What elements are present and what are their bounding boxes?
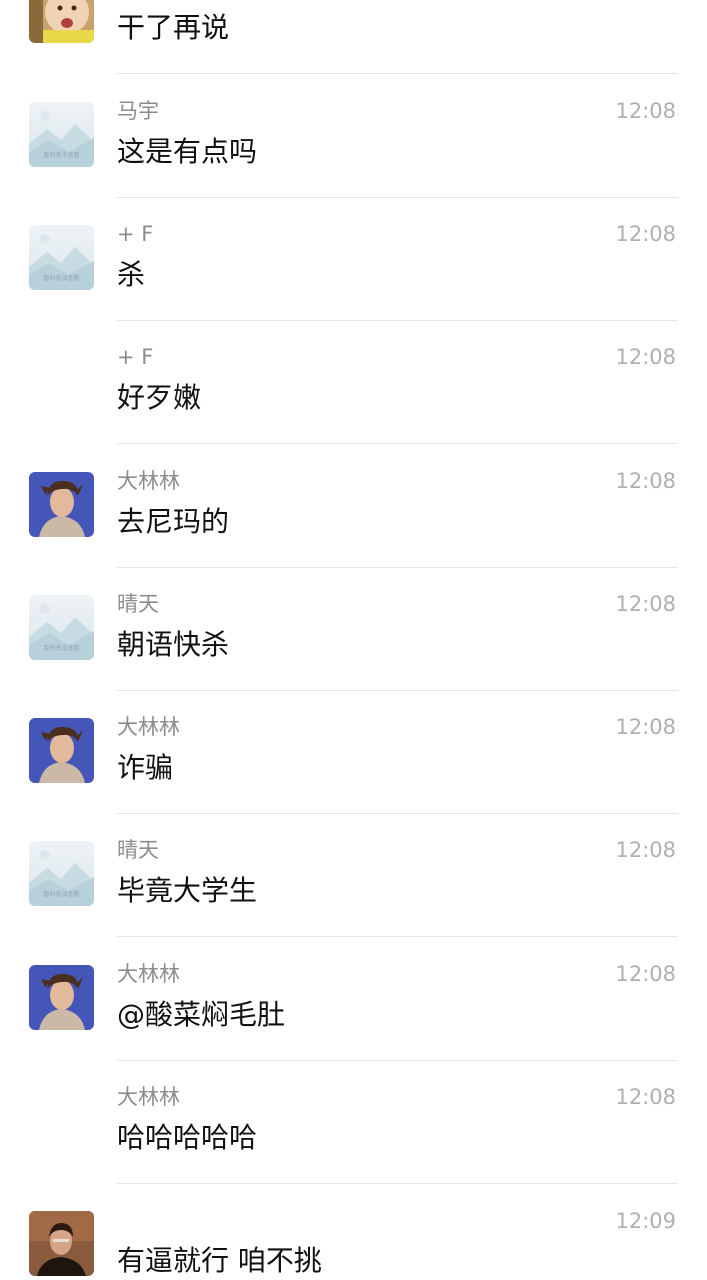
sender-name: 晴天 (117, 592, 159, 616)
svg-text:暂时无法查看: 暂时无法查看 (43, 644, 79, 652)
sender-name: 大林林 (117, 1085, 180, 1109)
message-row: 暂时无法查看 晴天 12:08 毕竟大学生 (0, 813, 707, 937)
message-row: 暂时无法查看 + F 12:08 杀 (0, 197, 707, 321)
svg-text:暂时无法查看: 暂时无法查看 (43, 890, 79, 898)
message-time: 12:09 (615, 1209, 676, 1233)
message-text[interactable]: 好歹嫩 (117, 381, 201, 415)
message-text[interactable]: 诈骗 (117, 751, 173, 785)
message-row: 大林林 12:08 诈骗 (0, 690, 707, 814)
chat-message-list[interactable]: 干了再说 暂时无法查看 马宇 12:08 这是有点吗 暂时无法查看 + F 12… (0, 0, 707, 1280)
svg-text:暂时无法查看: 暂时无法查看 (43, 274, 79, 282)
avatar-image-placeholder[interactable]: 暂时无法查看 (29, 225, 94, 290)
avatar-baby-photo[interactable] (29, 0, 94, 43)
sender-name: 大林林 (117, 962, 180, 986)
message-row: + F 12:08 好歹嫩 (0, 320, 707, 444)
message-text[interactable]: @酸菜焖毛肚 (117, 998, 285, 1032)
sender-name: + F (117, 345, 154, 369)
message-row: 暂时无法查看 晴天 12:08 朝语快杀 (0, 567, 707, 691)
message-text[interactable]: 朝语快杀 (117, 628, 229, 662)
message-time: 12:08 (615, 715, 676, 739)
message-time: 12:08 (615, 1085, 676, 1109)
message-time: 12:08 (615, 838, 676, 862)
message-time: 12:08 (615, 469, 676, 493)
message-row: 大林林 12:08 哈哈哈哈哈 (0, 1060, 707, 1184)
avatar-man-photo[interactable] (29, 472, 94, 537)
message-row: 暂时无法查看 马宇 12:08 这是有点吗 (0, 74, 707, 198)
message-time: 12:08 (615, 99, 676, 123)
sender-name: 大林林 (117, 715, 180, 739)
avatar-image-placeholder[interactable]: 暂时无法查看 (29, 595, 94, 660)
avatar-man-photo[interactable] (29, 965, 94, 1030)
sender-name: 大林林 (117, 469, 180, 493)
message-time: 12:08 (615, 592, 676, 616)
message-time: 12:08 (615, 962, 676, 986)
avatar-image-placeholder[interactable]: 暂时无法查看 (29, 841, 94, 906)
message-time: 12:08 (615, 345, 676, 369)
message-text[interactable]: 有逼就行 咱不挑 (117, 1244, 322, 1278)
sender-name: 马宇 (117, 99, 159, 123)
message-text[interactable]: 毕竟大学生 (117, 874, 257, 908)
message-row: 干了再说 (0, 0, 707, 74)
avatar-portrait-photo[interactable] (29, 1211, 94, 1276)
message-text[interactable]: 这是有点吗 (117, 135, 257, 169)
message-row: 大林林 12:08 去尼玛的 (0, 444, 707, 568)
message-time: 12:08 (615, 222, 676, 246)
message-text[interactable]: 去尼玛的 (117, 505, 229, 539)
message-text[interactable]: 哈哈哈哈哈 (117, 1121, 257, 1155)
sender-name: + F (117, 222, 154, 246)
message-row: 12:09 有逼就行 咱不挑 (0, 1184, 707, 1280)
avatar-man-photo[interactable] (29, 718, 94, 783)
avatar-image-placeholder[interactable]: 暂时无法查看 (29, 102, 94, 167)
svg-text:暂时无法查看: 暂时无法查看 (43, 151, 79, 159)
message-text[interactable]: 杀 (117, 258, 145, 292)
message-text[interactable]: 干了再说 (117, 11, 229, 45)
message-row: 大林林 12:08 @酸菜焖毛肚 (0, 937, 707, 1061)
sender-name: 晴天 (117, 838, 159, 862)
